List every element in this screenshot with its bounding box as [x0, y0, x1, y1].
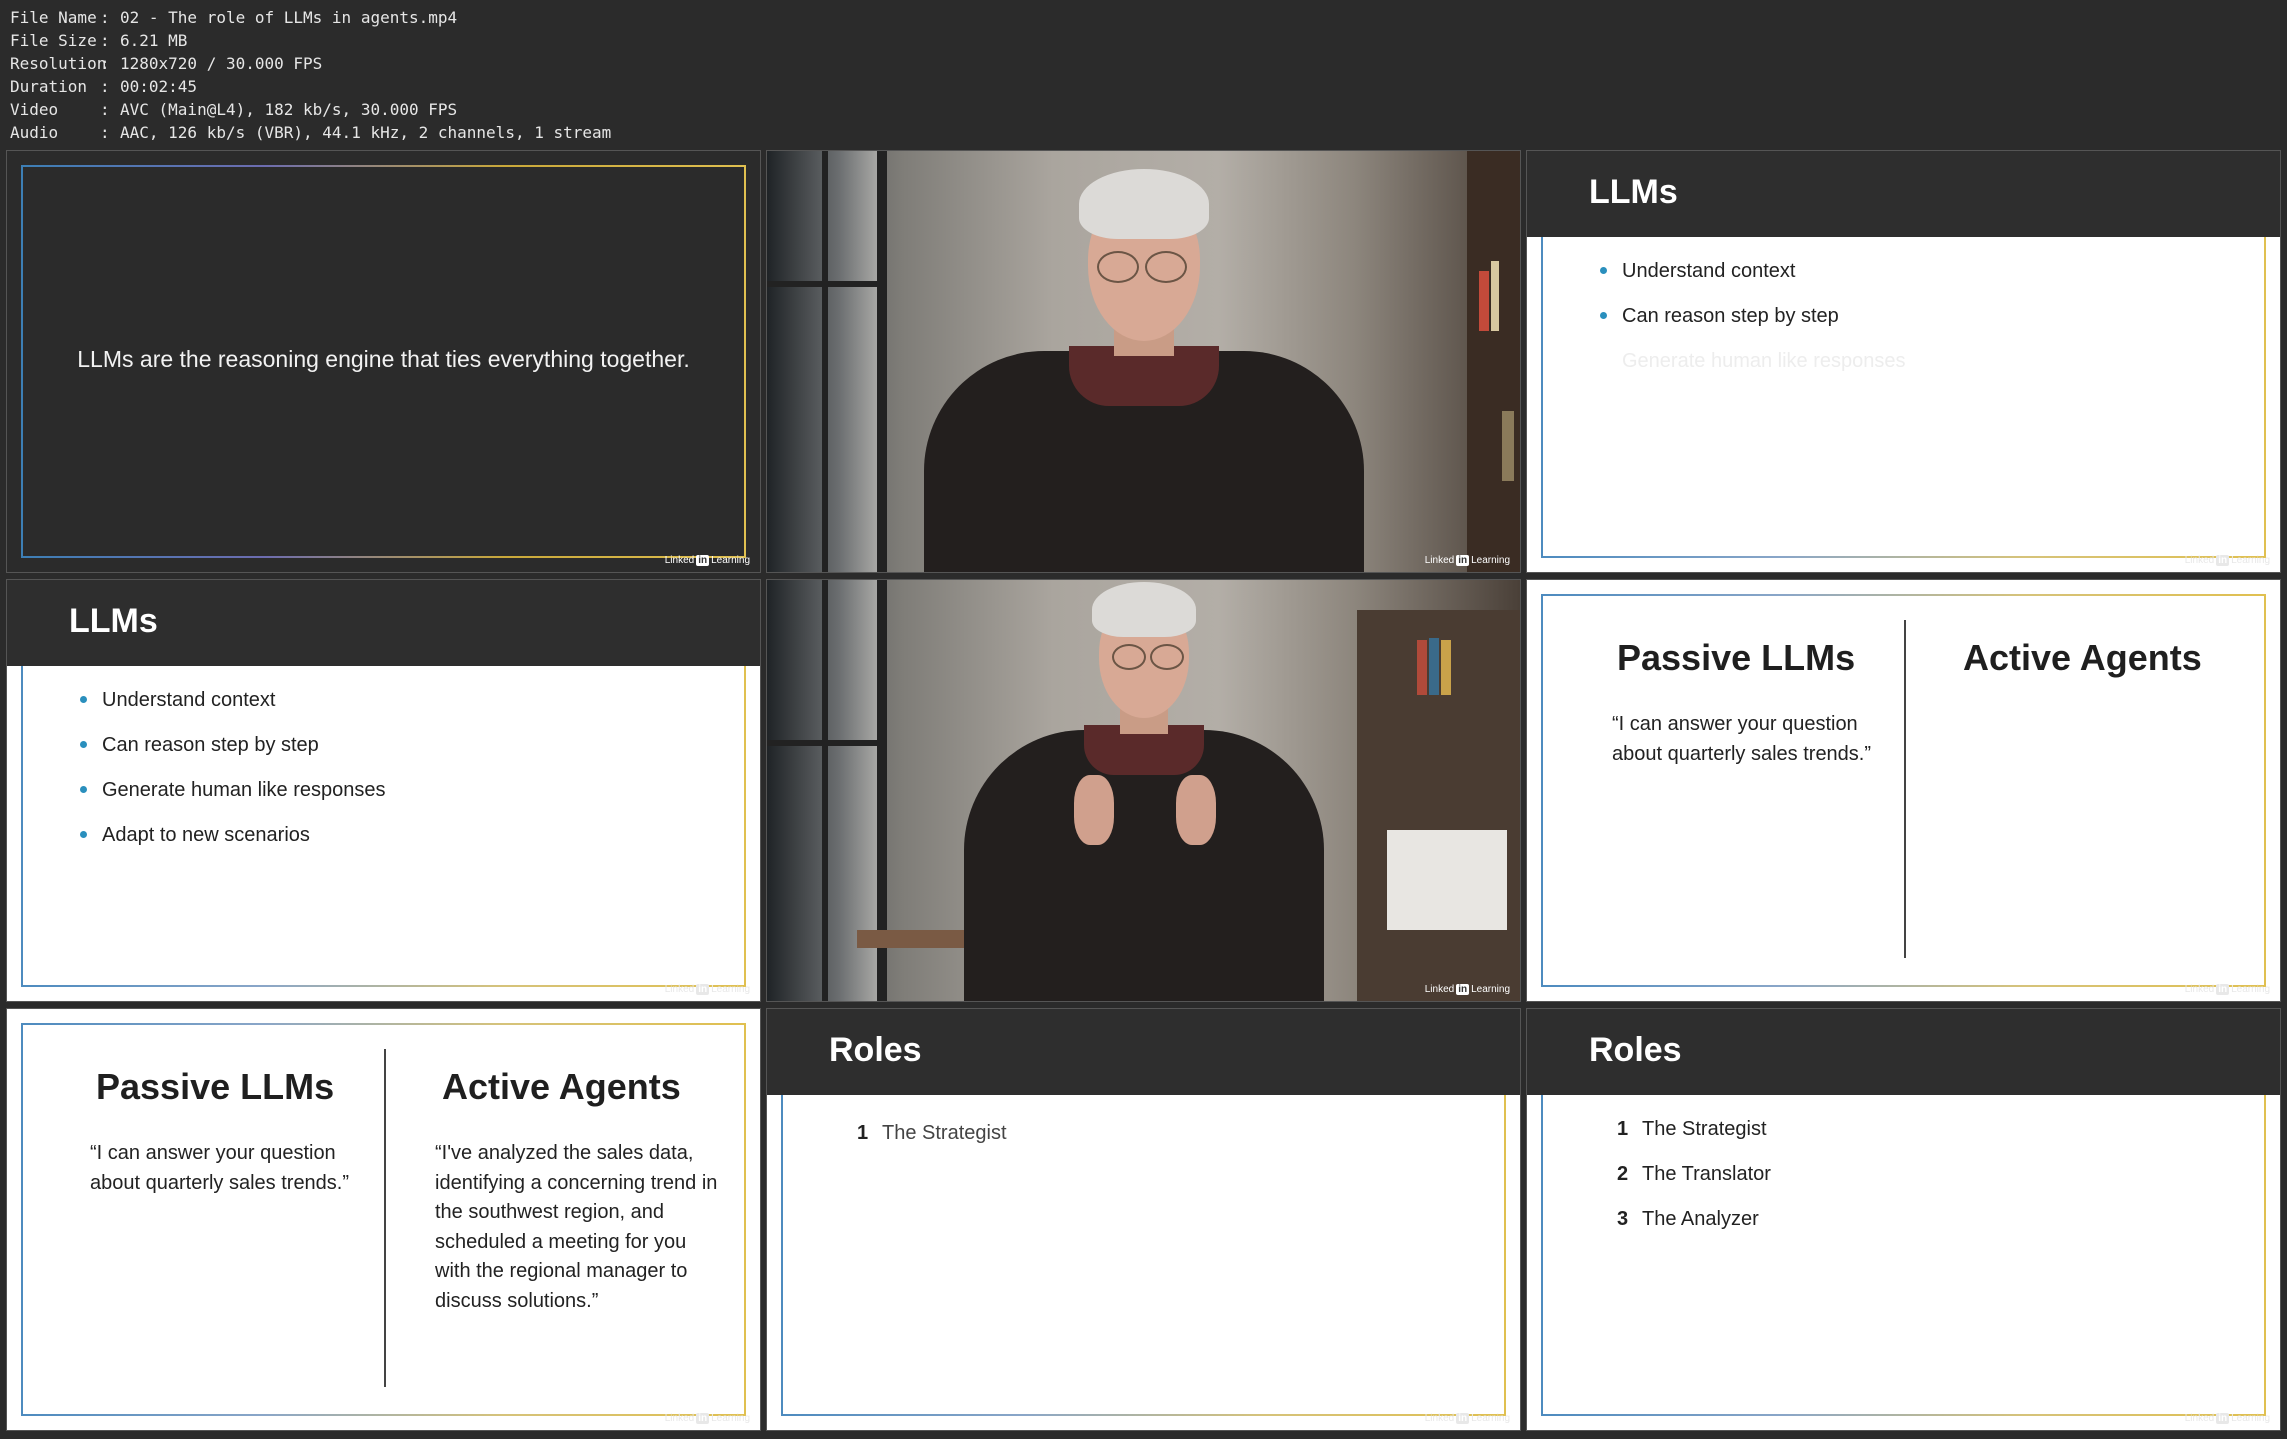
bullet-item-fading: Generate human like responses — [1622, 350, 1906, 372]
book-image — [1441, 640, 1451, 695]
meta-row-duration: Duration:00:02:45 — [10, 77, 198, 96]
passive-llms-quote: “I can answer your question about quarte… — [90, 1142, 350, 1194]
meta-row-audio: Audio: AAC, 126 kb/s (VBR), 44.1 kHz, 2 c… — [10, 123, 612, 142]
book-image — [1479, 271, 1489, 331]
linkedin-learning-logo: Linked in Learning — [2184, 555, 2270, 566]
thumbnail-frame-6[interactable]: Passive LLMs “I can answer your question… — [1526, 579, 2281, 1002]
numbered-item: 2 The Translator — [1617, 1163, 1771, 1185]
book-image — [1429, 638, 1439, 695]
thumbnail-frame-4[interactable]: LLMs Understand context Can reason step … — [6, 579, 761, 1002]
bullet-item: Understand context — [1600, 259, 1906, 304]
slide-title-bar: Roles — [1527, 1009, 2280, 1095]
bullet-list: Understand context Can reason step by st… — [80, 688, 386, 868]
thumbnail-grid: LLMs are the reasoning engine that ties … — [6, 150, 2281, 1435]
thumbnail-frame-3[interactable]: LLMs Understand context Can reason step … — [1526, 150, 2281, 573]
bullet-icon — [80, 786, 87, 793]
bullet-item: Can reason step by step — [80, 733, 386, 778]
numbered-item: 3 The Analyzer — [1617, 1208, 1759, 1230]
presenter-image — [944, 580, 1344, 1001]
linkedin-learning-logo: Linked in Learning — [2184, 984, 2270, 995]
book-image — [1491, 261, 1499, 331]
linkedin-learning-logo: Linked in Learning — [664, 1413, 750, 1424]
cabinet-image — [1387, 830, 1507, 930]
book-image — [1502, 411, 1514, 481]
passive-llms-heading: Passive LLMs — [96, 1066, 335, 1107]
linkedin-learning-logo: Linked in Learning — [664, 984, 750, 995]
linkedin-learning-logo: Linked in Learning — [1424, 555, 1510, 566]
passive-llms-heading: Passive LLMs — [1617, 637, 1856, 678]
thumbnail-frame-5[interactable]: Linked in Learning — [766, 579, 1521, 1002]
bullet-item: Generate human like responses — [80, 778, 386, 823]
book-image — [1417, 640, 1427, 695]
window-image — [767, 151, 887, 572]
linkedin-learning-logo: Linked in Learning — [664, 555, 750, 566]
slide-title: LLMs — [1589, 173, 1678, 211]
thumbnail-frame-9[interactable]: Roles 1 The Strategist 2 The Translator 3T… — [1526, 1008, 2281, 1431]
slide-title: Roles — [829, 1031, 922, 1069]
slide-quote: LLMs are the reasoning engine that ties … — [77, 346, 690, 372]
bullet-list: Understand context Can reason step by st… — [1600, 259, 1906, 394]
linkedin-learning-logo: Linked in Learning — [2184, 1413, 2270, 1424]
meta-row-video: Video: AVC (Main@L4), 182 kb/s, 30.000 FP… — [10, 100, 458, 119]
linkedin-learning-logo: Linked in Learning — [1424, 984, 1510, 995]
bullet-item: Understand context — [80, 688, 386, 733]
thumbnail-frame-2[interactable]: Linked in Learning — [766, 150, 1521, 573]
numbered-list: 1 The Strategist — [857, 1121, 1007, 1166]
meta-row-file-size: File Size:6.21 MB — [10, 31, 188, 50]
linkedin-learning-logo: Linked in Learning — [1424, 1413, 1510, 1424]
bullet-icon — [80, 831, 87, 838]
passive-llms-quote: “I can answer your question about quarte… — [1612, 713, 1872, 765]
file-metadata: File Name:02 - The role of LLMs in agent… — [10, 6, 611, 144]
bullet-icon — [80, 741, 87, 748]
presenter-image — [923, 151, 1364, 572]
active-agents-heading: Active Agents — [1963, 637, 2202, 678]
slide-title-bar: LLMs — [1527, 151, 2280, 237]
bullet-item: Adapt to new scenarios — [80, 823, 386, 868]
bullet-icon — [1600, 312, 1607, 319]
numbered-item: 1 The Strategist — [857, 1122, 1007, 1144]
bullet-icon — [80, 696, 87, 703]
numbered-item: 1 The Strategist — [1617, 1118, 1767, 1140]
numbered-list: 1 The Strategist 2 The Translator 3 The Ana… — [1617, 1117, 1771, 1252]
slide-title: LLMs — [69, 602, 158, 640]
active-agents-quote: “I've analyzed the sales data, identifyi… — [435, 1142, 718, 1312]
meta-row-resolution: Resolution:1280x720 / 30.000 FPS — [10, 54, 323, 73]
slide-title: Roles — [1589, 1031, 1682, 1069]
bullet-icon — [1600, 267, 1607, 274]
column-divider — [384, 1049, 386, 1387]
bookshelf-image — [1357, 610, 1520, 1001]
thumbnail-frame-8[interactable]: Roles 1 The Strategist Linked in Learning — [766, 1008, 1521, 1431]
meta-row-file-name: File Name:02 - The role of LLMs in agent… — [10, 8, 458, 27]
slide-title-bar: LLMs — [7, 580, 760, 666]
active-agents-heading: Active Agents — [442, 1066, 681, 1107]
thumbnail-frame-1[interactable]: LLMs are the reasoning engine that ties … — [6, 150, 761, 573]
bookshelf-image — [1467, 151, 1520, 572]
column-divider — [1904, 620, 1906, 958]
thumbnail-frame-7[interactable]: Passive LLMs “I can answer your question… — [6, 1008, 761, 1431]
slide-title-bar: Roles — [767, 1009, 1520, 1095]
bullet-item: Can reason step by step — [1600, 304, 1906, 349]
